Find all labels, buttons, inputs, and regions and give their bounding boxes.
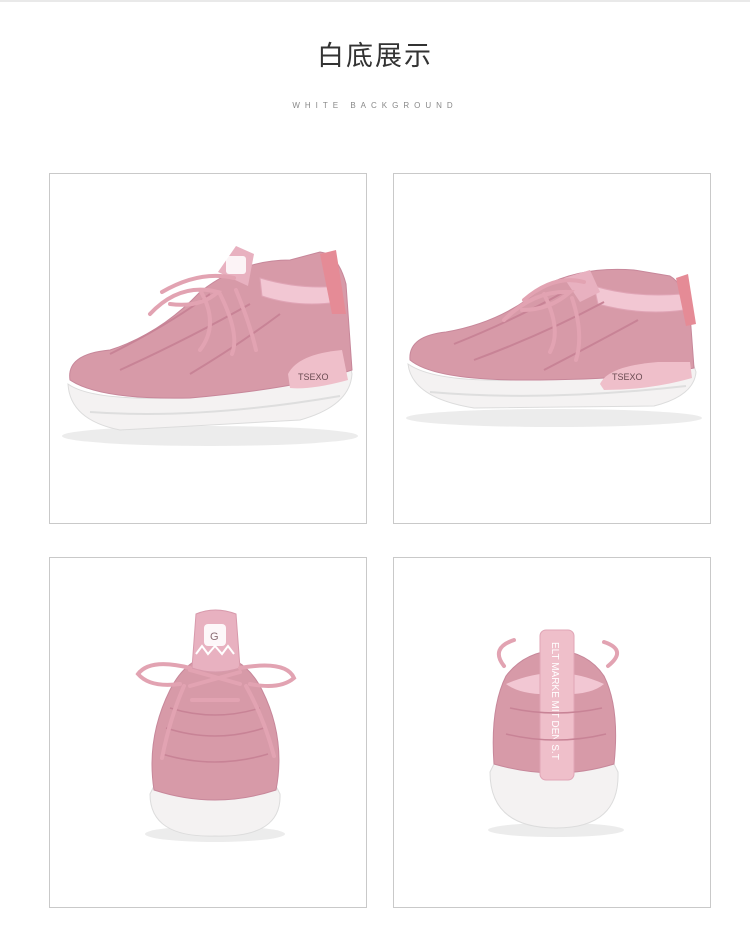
section-subtitle: WHITE BACKGROUND xyxy=(292,101,458,110)
sneaker-rear-illustration: ELT MARKE MIT DEN S.T xyxy=(488,629,624,837)
section-title: 白底展示 xyxy=(317,41,433,72)
heel-strap-text: ELT MARKE MIT DEN S.T xyxy=(549,642,560,760)
heel-brand-label: TSEXO xyxy=(612,372,643,382)
sneaker-front-illustration: G xyxy=(135,609,297,842)
product-image-side-right[interactable]: TSEXO xyxy=(393,173,711,524)
tongue-logo-label: G xyxy=(210,631,219,643)
heel-brand-label: TSEXO xyxy=(298,372,329,382)
sneaker-side-illustration: TSEXO xyxy=(406,268,702,427)
top-divider xyxy=(0,0,750,2)
product-image-front[interactable]: G xyxy=(49,557,367,908)
sneaker-side-illustration: TSEXO xyxy=(62,246,358,446)
product-image-rear[interactable]: ELT MARKE MIT DEN S.T xyxy=(393,557,711,908)
product-image-side-left[interactable]: TSEXO xyxy=(49,173,367,524)
